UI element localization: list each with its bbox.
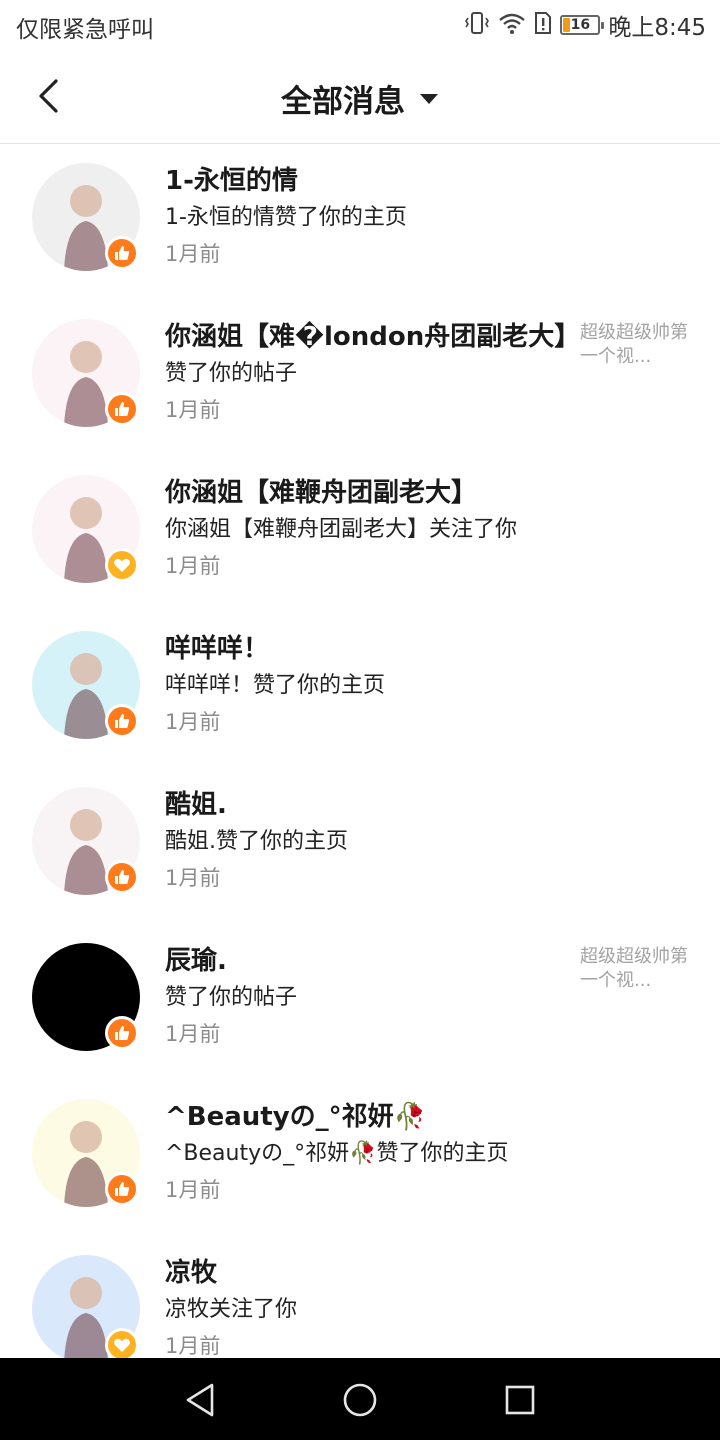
message-text: 酷姐. 酷姐.赞了你的主页 1月前 [165, 789, 680, 892]
avatar-button[interactable] [32, 1255, 140, 1358]
triangle-back-icon [186, 1383, 214, 1417]
circle-home-icon [343, 1383, 377, 1417]
message-time: 1月前 [165, 866, 221, 890]
avatar-button[interactable] [32, 475, 140, 583]
like-badge-icon [105, 704, 139, 738]
sender-name[interactable]: 你涵姐【难鞭舟团副老大】 [165, 477, 680, 509]
post-preview[interactable]: 超级超级帅第一个视... [580, 945, 690, 993]
message-item[interactable]: 1-永恒的情 1-永恒的情赞了你的主页 1月前 [0, 145, 720, 301]
sender-name[interactable]: 1-永恒的情 [165, 165, 680, 197]
square-recents-icon [505, 1385, 535, 1415]
heart-badge-icon [105, 1328, 139, 1358]
carrier-text: 仅限紧急呼叫 [16, 17, 154, 43]
message-body: 你涵姐【难鞭舟团副老大】关注了你 [165, 517, 518, 542]
message-body: ^Beautyの_°祁妍🥀赞了你的主页 [165, 1141, 509, 1166]
avatar-button[interactable] [32, 163, 140, 271]
battery-level: 16 [570, 17, 591, 33]
message-item[interactable]: 凉牧凉牧关注了你 1月前 [0, 1237, 720, 1358]
caret-down-icon [420, 93, 438, 104]
message-body: 咩咩咩！赞了你的主页 [165, 673, 386, 698]
status-icons: 16 晚上8:45 [464, 8, 706, 42]
like-badge-icon [105, 392, 139, 426]
message-body: 凉牧关注了你 [165, 1297, 298, 1322]
avatar-button[interactable] [32, 1099, 140, 1207]
nav-back-button[interactable] [178, 1378, 222, 1422]
message-text: 咩咩咩！ 咩咩咩！赞了你的主页 1月前 [165, 633, 680, 736]
post-preview[interactable]: 超级超级帅第一个视... [580, 321, 690, 369]
like-badge-icon [105, 1172, 139, 1206]
message-body: 1-永恒的情赞了你的主页 [165, 205, 407, 230]
sender-name[interactable]: 凉牧 [165, 1257, 680, 1289]
message-time: 1月前 [165, 710, 221, 734]
message-item[interactable]: ^Beautyの_°祁妍🥀 ^Beautyの_°祁妍🥀赞了你的主页 1月前 [0, 1081, 720, 1237]
message-text: ^Beautyの_°祁妍🥀 ^Beautyの_°祁妍🥀赞了你的主页 1月前 [165, 1101, 680, 1204]
nav-home-button[interactable] [338, 1378, 382, 1422]
sender-name[interactable]: 咩咩咩！ [165, 633, 680, 665]
page-title: 全部消息 [281, 84, 405, 120]
like-badge-icon [105, 1016, 139, 1050]
navigation-bar [0, 1358, 720, 1440]
wifi-icon [498, 11, 526, 39]
sender-name[interactable]: ^Beautyの_°祁妍🥀 [165, 1101, 680, 1133]
message-time: 1月前 [165, 242, 221, 266]
message-item[interactable]: 咩咩咩！ 咩咩咩！赞了你的主页 1月前 [0, 613, 720, 769]
like-badge-icon [105, 860, 139, 894]
avatar-button[interactable] [32, 943, 140, 1051]
clock: 晚上8:45 [608, 15, 706, 41]
avatar-button[interactable] [32, 319, 140, 427]
message-text: 凉牧凉牧关注了你 1月前 [165, 1257, 680, 1358]
message-time: 1月前 [165, 1334, 221, 1358]
avatar-button[interactable] [32, 631, 140, 739]
message-item[interactable]: 你涵姐【难�london舟团副老大】 赞了你的帖子 1月前 超级超级帅第一个视... [0, 301, 720, 457]
vibrate-icon [464, 10, 490, 40]
message-item[interactable]: 你涵姐【难鞭舟团副老大】你涵姐【难鞭舟团副老大】关注了你 1月前 [0, 457, 720, 613]
like-badge-icon [105, 236, 139, 270]
message-text: 1-永恒的情 1-永恒的情赞了你的主页 1月前 [165, 165, 680, 268]
message-time: 1月前 [165, 1178, 221, 1202]
message-filter-dropdown[interactable]: 全部消息 [0, 76, 720, 121]
message-time: 1月前 [165, 398, 221, 422]
message-item[interactable]: 酷姐. 酷姐.赞了你的主页 1月前 [0, 769, 720, 925]
sim-alert-icon [534, 11, 552, 39]
message-list: 1-永恒的情 1-永恒的情赞了你的主页 1月前 你涵姐【难�london舟团副老大】赞… [0, 145, 720, 1358]
status-bar: 仅限紧急呼叫 16 晚上8:45 [0, 0, 720, 50]
nav-recents-button[interactable] [498, 1378, 542, 1422]
avatar-button[interactable] [32, 787, 140, 895]
header: 全部消息 [0, 50, 720, 144]
sender-name[interactable]: 酷姐. [165, 789, 680, 821]
battery-icon: 16 [560, 15, 605, 35]
heart-badge-icon [105, 548, 139, 582]
message-text: 你涵姐【难鞭舟团副老大】你涵姐【难鞭舟团副老大】关注了你 1月前 [165, 477, 680, 580]
message-time: 1月前 [165, 554, 221, 578]
message-body: 酷姐.赞了你的主页 [165, 829, 348, 854]
message-item[interactable]: 辰瑜. 赞了你的帖子 1月前 超级超级帅第一个视... [0, 925, 720, 1081]
message-time: 1月前 [165, 1022, 221, 1046]
